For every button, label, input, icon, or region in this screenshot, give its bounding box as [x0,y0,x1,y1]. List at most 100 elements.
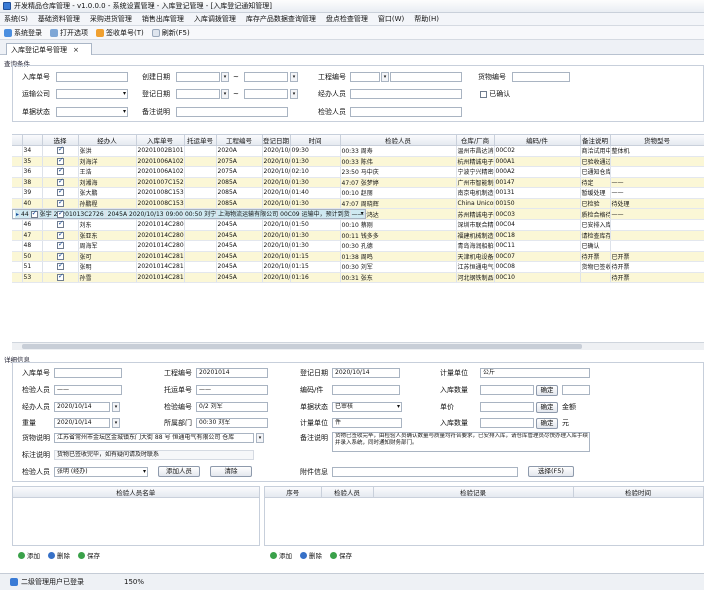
check-user-input[interactable] [350,107,462,117]
row-checkbox[interactable] [42,251,79,262]
toolbar-sign-button[interactable]: 签收单号(T) [96,28,144,38]
header-factory[interactable]: 仓库/厂商 [456,135,495,146]
grid-horizontal-scrollbar[interactable] [12,342,704,350]
row-checkbox[interactable] [42,145,79,157]
row-checkbox[interactable] [42,230,79,241]
tab-inbound[interactable]: 入库登记单号管理 × [6,43,92,55]
menu-sales[interactable]: 销售出库管理 [142,14,184,24]
header-code[interactable]: 编码/件 [494,135,581,146]
row-checkbox[interactable] [42,177,79,188]
table-row[interactable]: 46 刘东20201014C2801 2045A2020/10/1401:5000:… [12,219,704,231]
table-row[interactable]: ▸44张宇20201013C27262045A2020/10/1309:0000… [12,209,366,219]
detail-price-input[interactable] [480,402,534,412]
detail-weight-picker[interactable]: ▾ [112,418,120,428]
detail-attach-input[interactable] [332,467,518,477]
row-checkbox[interactable] [42,261,79,273]
right-subgrid-header-user[interactable]: 检验人员 [321,487,374,498]
table-row[interactable]: 47张亚东20201014C28022045A2020/10/1401:3000… [12,230,704,241]
menu-system[interactable]: 系统(S) [4,14,28,24]
receipt-no-input[interactable] [56,72,128,82]
row-check-icon[interactable] [57,272,64,281]
detail-addr-input[interactable]: 江苏省常州市金坛区金城镇东门大街 88 号 恒通电气有限公司 仓库 [54,433,254,443]
entry-date-from[interactable] [176,89,220,99]
detail-weight-input[interactable]: 2020/10/14 [54,418,110,428]
tab-close-icon[interactable]: × [73,46,79,54]
detail-qty-extra[interactable] [562,385,590,395]
left-save-button[interactable]: 保存 [78,550,100,560]
row-check-icon[interactable] [57,251,64,260]
menu-help[interactable]: 帮助(H) [414,14,439,24]
toolbar-login-button[interactable]: 系统登录 [4,28,42,38]
detail-handler-select[interactable]: 张明 (经办) [54,467,148,477]
entry-date-to[interactable] [244,89,288,99]
right-subgrid-header-no[interactable]: 序号 [265,487,322,498]
header-select[interactable]: 选择 [42,135,79,146]
scroll-thumb[interactable] [22,344,582,349]
row-check-icon[interactable] [57,209,64,218]
left-add-button[interactable]: 添加 [18,550,40,560]
menu-purchase[interactable]: 采购进货管理 [90,14,132,24]
row-check-icon[interactable] [57,241,64,250]
remark-input[interactable] [176,107,288,117]
menu-stock-query[interactable]: 库存产品数据查询管理 [246,14,316,24]
row-checkbox[interactable] [42,198,79,209]
clear-person-button[interactable]: 清除 [210,466,252,477]
detail-tno-input[interactable]: —— [196,385,268,395]
row-check-icon[interactable] [57,167,64,176]
detail-status-select[interactable]: 已审核 [332,402,402,412]
create-date-from[interactable] [176,72,220,82]
entry-date-from-picker[interactable]: ▾ [221,89,229,99]
right-subgrid-header-time[interactable]: 检验时间 [573,487,704,498]
detail-qty-button[interactable]: 确定 [536,385,558,396]
detail-date-input[interactable]: 2020/10/14 [332,368,400,378]
detail-price-button[interactable]: 确定 [536,402,558,413]
row-check-icon[interactable] [57,188,64,197]
header-receipt-no[interactable]: 入库单号 [136,135,185,146]
create-date-to[interactable] [244,72,288,82]
row-checkbox[interactable] [42,240,79,252]
table-row[interactable]: 40 孙鹏程20201008C1535 2085A2020/10/0801:3047… [12,198,704,209]
row-check-icon[interactable] [57,262,64,271]
create-date-to-picker[interactable]: ▾ [290,72,298,82]
row-check-icon[interactable] [57,220,64,229]
row-checkbox[interactable] [42,187,79,199]
row-check-icon[interactable] [57,146,64,155]
detail-qty2-button[interactable]: 确定 [536,418,558,429]
table-row[interactable]: 51 张明20201014C2815 2045A2020/10/1401:1500:… [12,261,704,273]
detail-dept-input[interactable]: 00:30 刘军 [196,418,268,428]
detail-addr-picker[interactable]: ▾ [256,433,264,443]
right-delete-button[interactable]: 删除 [300,550,322,560]
row-check-icon[interactable] [57,230,64,239]
header-project-no[interactable]: 工程编号 [216,135,263,146]
detail-entry-picker[interactable]: ▾ [112,402,120,412]
confirmed-checkbox[interactable]: 已确认 [480,89,510,99]
row-checkbox[interactable] [42,156,79,167]
header-note[interactable]: 备注说明 [580,135,611,146]
create-date-from-picker[interactable]: ▾ [221,72,229,82]
entry-date-to-picker[interactable]: ▾ [290,89,298,99]
goods-no-input[interactable] [512,72,570,82]
select-file-button[interactable]: 选择(F5) [528,466,574,477]
left-subgrid-header[interactable]: 检验人员名单 [13,487,260,498]
detail-unit-input[interactable]: 公斤 [480,368,590,378]
toolbar-options-button[interactable]: 打开选项 [50,28,88,38]
detail-rno-input[interactable] [54,368,122,378]
header-model[interactable]: 货物型号 [610,135,704,146]
detail-qty-input[interactable] [480,385,534,395]
header-check-user[interactable]: 检验人员 [340,135,457,146]
menu-inbound[interactable]: 入库调拨管理 [194,14,236,24]
factory-no-extra[interactable] [390,72,462,82]
row-check-icon[interactable] [57,156,64,165]
left-delete-button[interactable]: 删除 [48,550,70,560]
menu-basic[interactable]: 基础资料管理 [38,14,80,24]
toolbar-refresh-button[interactable]: 刷新(F5) [151,28,190,38]
detail-remark-input[interactable]: 货物已签收完毕，由检验人员确认数量与质量均符合要求，已安排入库，请仓库管理员尽快… [332,432,590,452]
detail-code-input[interactable] [332,385,400,395]
right-subgrid-header-record[interactable]: 检验记录 [373,487,574,498]
table-row[interactable]: 34 张洪20201002B1019 2020A2020/10/0209:3000:… [12,145,704,157]
row-check-icon[interactable] [57,198,64,207]
menu-inventory[interactable]: 盘点检查管理 [326,14,368,24]
table-row[interactable]: 35刘海洋20201006A10222075A2020/10/0601:3000… [12,156,704,167]
row-checkbox[interactable] [42,166,79,178]
detail-note-input[interactable]: 货物已签收完毕，如有疑问请及时联系 [54,450,254,460]
